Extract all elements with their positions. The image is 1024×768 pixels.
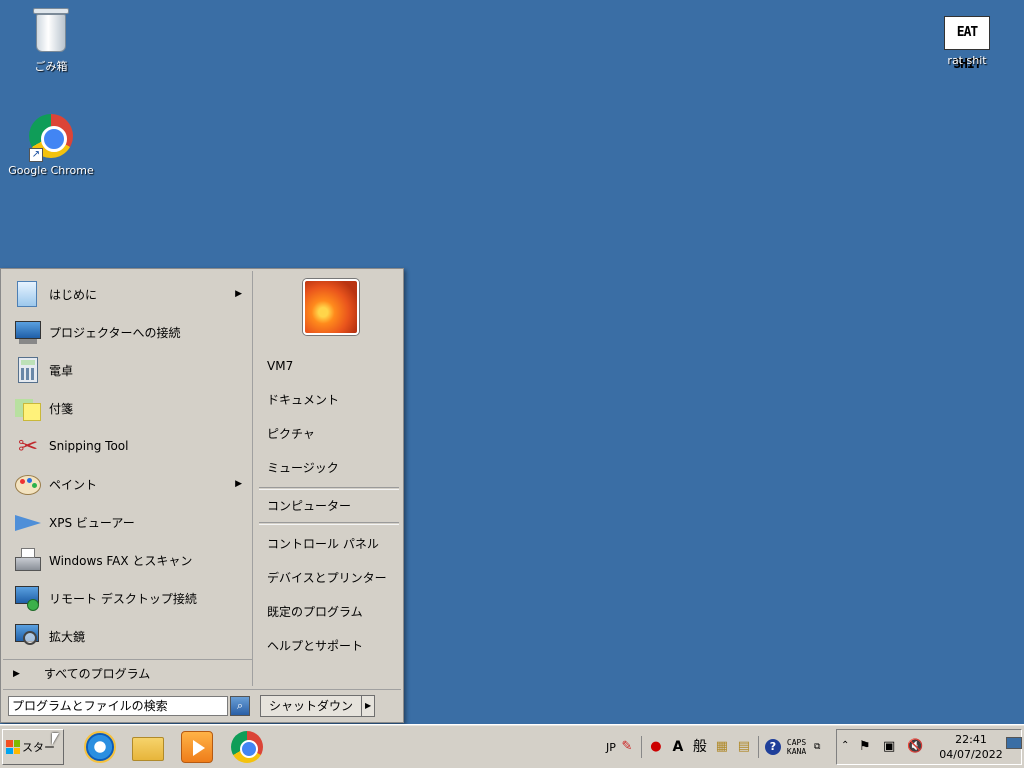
program-label: 付箋 xyxy=(49,401,74,416)
desktop-icon-label: Google Chrome xyxy=(8,164,94,177)
separator xyxy=(259,522,399,525)
program-item-fax-scan[interactable]: Windows FAX とスキャン xyxy=(3,541,252,579)
all-programs-label: すべてのプログラム xyxy=(43,667,151,681)
shortcut-arrow-icon: ↗ xyxy=(29,148,43,162)
place-user-folder[interactable]: VM7 xyxy=(255,349,403,383)
user-avatar[interactable] xyxy=(303,279,359,335)
start-menu-places-pane: VM7 ドキュメント ピクチャ ミュージック コンピューター コントロール パネ… xyxy=(255,271,403,686)
program-item-paint[interactable]: ペイント ▶ xyxy=(3,465,252,503)
place-computer[interactable]: コンピューター xyxy=(255,492,403,520)
program-item-magnifier[interactable]: 拡大鏡 xyxy=(3,617,252,655)
ime-tools-icon[interactable]: ▦ xyxy=(714,739,730,755)
paint-palette-icon xyxy=(13,469,43,499)
windows-logo-icon xyxy=(6,740,20,754)
all-programs-button[interactable]: ▶ すべてのプログラム xyxy=(3,659,252,687)
fax-icon xyxy=(13,545,43,575)
program-item-remote-desktop[interactable]: リモート デスクトップ接続 xyxy=(3,579,252,617)
chrome-icon: ↗ xyxy=(27,114,75,162)
start-label: スター xyxy=(22,741,55,754)
desktop-icon-chrome[interactable]: ↗ Google Chrome xyxy=(6,112,96,177)
notification-area: ⌃ ⚑ ▣ 🔇 22:41 04/07/2022 xyxy=(836,729,1022,765)
search-input[interactable] xyxy=(8,695,228,716)
place-devices-printers[interactable]: デバイスとプリンター xyxy=(255,561,403,595)
folder-icon[interactable] xyxy=(132,737,164,761)
desktop-icon-label: rat shit xyxy=(947,54,987,67)
show-desktop-button[interactable] xyxy=(1006,737,1022,749)
ime-dictionary-icon[interactable]: ▤ xyxy=(736,739,752,755)
ime-app-icon[interactable]: ● xyxy=(648,739,664,755)
chrome-icon[interactable] xyxy=(231,731,263,763)
kana-label: KANA xyxy=(786,747,807,756)
program-item-calculator[interactable]: 電卓 xyxy=(3,351,252,389)
triangle-right-icon: ▶ xyxy=(13,668,20,679)
place-help-support[interactable]: ヘルプとサポート xyxy=(255,629,403,663)
separator xyxy=(259,487,399,490)
search-icon[interactable]: ⌕ xyxy=(230,695,250,716)
start-menu: はじめに ▶ プロジェクターへの接続 電卓 付箋 ✂ Snipping Tool… xyxy=(0,268,404,723)
help-icon[interactable]: ? xyxy=(764,739,781,755)
place-documents[interactable]: ドキュメント xyxy=(255,383,403,417)
shutdown-button[interactable]: シャットダウン ▶ xyxy=(260,694,376,717)
shutdown-label: シャットダウン xyxy=(261,695,363,716)
show-hidden-icons-button[interactable]: ⌃ xyxy=(841,740,849,751)
xps-viewer-icon xyxy=(13,507,43,537)
program-item-snipping-tool[interactable]: ✂ Snipping Tool xyxy=(3,427,252,465)
shutdown-options-arrow-icon[interactable]: ▶ xyxy=(362,696,374,716)
start-menu-bottom-bar: ⌕ シャットダウン ▶ xyxy=(3,689,401,721)
scissors-icon: ✂ xyxy=(17,432,39,460)
place-default-programs[interactable]: 既定のプログラム xyxy=(255,595,403,629)
magnifier-icon xyxy=(13,621,43,651)
language-bar: JP ✎ ● A 般 ▦ ▤ ? CAPS KANA ⧉ xyxy=(606,725,828,768)
program-item-sticky-notes[interactable]: 付箋 xyxy=(3,389,252,427)
network-icon[interactable]: ▣ xyxy=(883,739,895,754)
projector-icon xyxy=(13,317,43,347)
program-label: リモート デスクトップ接続 xyxy=(49,591,197,606)
program-item-projector[interactable]: プロジェクターへの接続 xyxy=(3,313,252,351)
start-menu-programs-pane: はじめに ▶ プロジェクターへの接続 電卓 付箋 ✂ Snipping Tool… xyxy=(3,271,253,686)
place-pictures[interactable]: ピクチャ xyxy=(255,417,403,451)
recycle-bin-icon xyxy=(27,8,75,56)
ime-pad-icon[interactable]: ✎ xyxy=(619,739,635,755)
caps-label: CAPS xyxy=(786,738,807,747)
place-music[interactable]: ミュージック xyxy=(255,451,403,485)
program-item-xps-viewer[interactable]: XPS ビューアー xyxy=(3,503,252,541)
program-label: Snipping Tool xyxy=(49,439,129,453)
program-label: XPS ビューアー xyxy=(49,515,135,530)
clock-date: 04/07/2022 xyxy=(939,748,1003,761)
mouse-cursor-icon xyxy=(52,733,59,745)
getting-started-icon xyxy=(13,279,43,309)
submenu-arrow-icon: ▶ xyxy=(235,479,242,489)
remote-desktop-icon xyxy=(13,583,43,613)
place-control-panel[interactable]: コントロール パネル xyxy=(255,527,403,561)
action-center-flag-icon[interactable]: ⚑ xyxy=(859,739,871,754)
media-player-icon[interactable] xyxy=(181,731,213,763)
volume-muted-icon[interactable]: 🔇 xyxy=(907,739,923,754)
submenu-arrow-icon: ▶ xyxy=(235,289,242,299)
program-label: プロジェクターへの接続 xyxy=(49,325,181,340)
calculator-icon xyxy=(13,355,43,385)
program-label: 拡大鏡 xyxy=(49,629,86,644)
input-mode[interactable]: A xyxy=(670,739,686,755)
program-item-getting-started[interactable]: はじめに ▶ xyxy=(3,275,252,313)
conversion-mode[interactable]: 般 xyxy=(692,739,708,755)
desktop-icon-rat-shit[interactable]: EAT SHIT rat shit xyxy=(922,8,1012,72)
program-label: はじめに xyxy=(49,287,98,302)
eat-shit-image-icon: EAT SHIT xyxy=(944,16,990,72)
program-label: ペイント xyxy=(49,477,98,492)
program-label: 電卓 xyxy=(49,363,74,378)
restore-icon[interactable]: ⧉ xyxy=(809,739,825,755)
internet-explorer-icon[interactable] xyxy=(84,731,116,763)
program-label: Windows FAX とスキャン xyxy=(49,553,193,568)
language-indicator[interactable]: JP xyxy=(606,741,616,754)
taskbar: スター JP ✎ ● A 般 ▦ ▤ ? CAPS KANA ⧉ ⌃ ⚑ ▣ 🔇… xyxy=(0,724,1024,768)
sticky-notes-icon xyxy=(13,393,43,423)
caps-kana-indicator: CAPS KANA xyxy=(787,738,806,756)
clock[interactable]: 22:41 04/07/2022 xyxy=(937,732,1005,762)
desktop-icon-label: ごみ箱 xyxy=(34,60,68,73)
clock-time: 22:41 xyxy=(955,733,987,746)
desktop-icon-recycle-bin[interactable]: ごみ箱 xyxy=(6,8,96,74)
